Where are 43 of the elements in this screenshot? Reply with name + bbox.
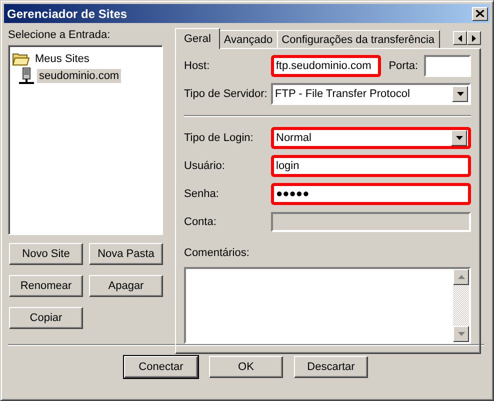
tree-button[interactable]: Apagar [89,275,163,297]
field-label: Tipo de Servidor: [184,88,268,100]
field-label: Conta: [184,216,218,228]
dropdown-arrow-icon [456,92,464,96]
dropdown-arrow-icon [456,136,462,140]
tree-button[interactable]: Renomear [9,275,83,297]
server-icon [18,66,34,84]
tab[interactable]: Geral [175,28,220,49]
field-label: Porta: [388,60,418,72]
input-field[interactable]: login [271,155,471,177]
dialog-button[interactable]: Descartar [294,356,368,378]
input-field[interactable] [424,55,471,77]
field-label: Usuário: [184,160,226,172]
dropdown[interactable]: Normal [271,127,471,149]
window-title: Gerenciador de Sites [7,6,128,20]
close-button[interactable] [472,6,488,20]
left-arrow-icon [458,34,462,42]
dropdown[interactable]: FTP - File Transfer Protocol [271,83,471,105]
tree-item[interactable]: seudominio.com [37,68,122,82]
field-label: Comentários: [184,247,250,259]
dialog-button[interactable]: OK [209,356,283,378]
password-field[interactable]: ●●●●● [271,183,471,205]
tab[interactable]: Configurações da transferência [276,30,440,48]
field-label: Host: [184,60,211,72]
up-arrow-icon [458,275,464,279]
tree-item[interactable]: Meus Sites [33,52,92,66]
tab[interactable]: Avançado [218,30,278,48]
scrollbar[interactable] [453,269,469,342]
tree-button[interactable]: Nova Pasta [89,243,163,265]
input-field[interactable]: ftp.seudominio.com [270,55,381,77]
comments-field[interactable] [184,267,471,344]
right-arrow-icon [472,34,476,42]
field-label: Senha: [184,188,220,200]
down-arrow-icon [458,332,464,336]
folder-icon [12,52,30,66]
tree-label: Selecione a Entrada: [8,29,112,41]
tree-button[interactable]: Novo Site [9,243,83,265]
scroll-left-button[interactable] [453,31,467,45]
tree-button[interactable]: Copiar [9,307,83,329]
scroll-right-button[interactable] [467,31,481,45]
field-label: Tipo de Login: [184,132,254,144]
close-icon [476,10,484,17]
dialog-button[interactable]: Conectar [124,356,198,378]
